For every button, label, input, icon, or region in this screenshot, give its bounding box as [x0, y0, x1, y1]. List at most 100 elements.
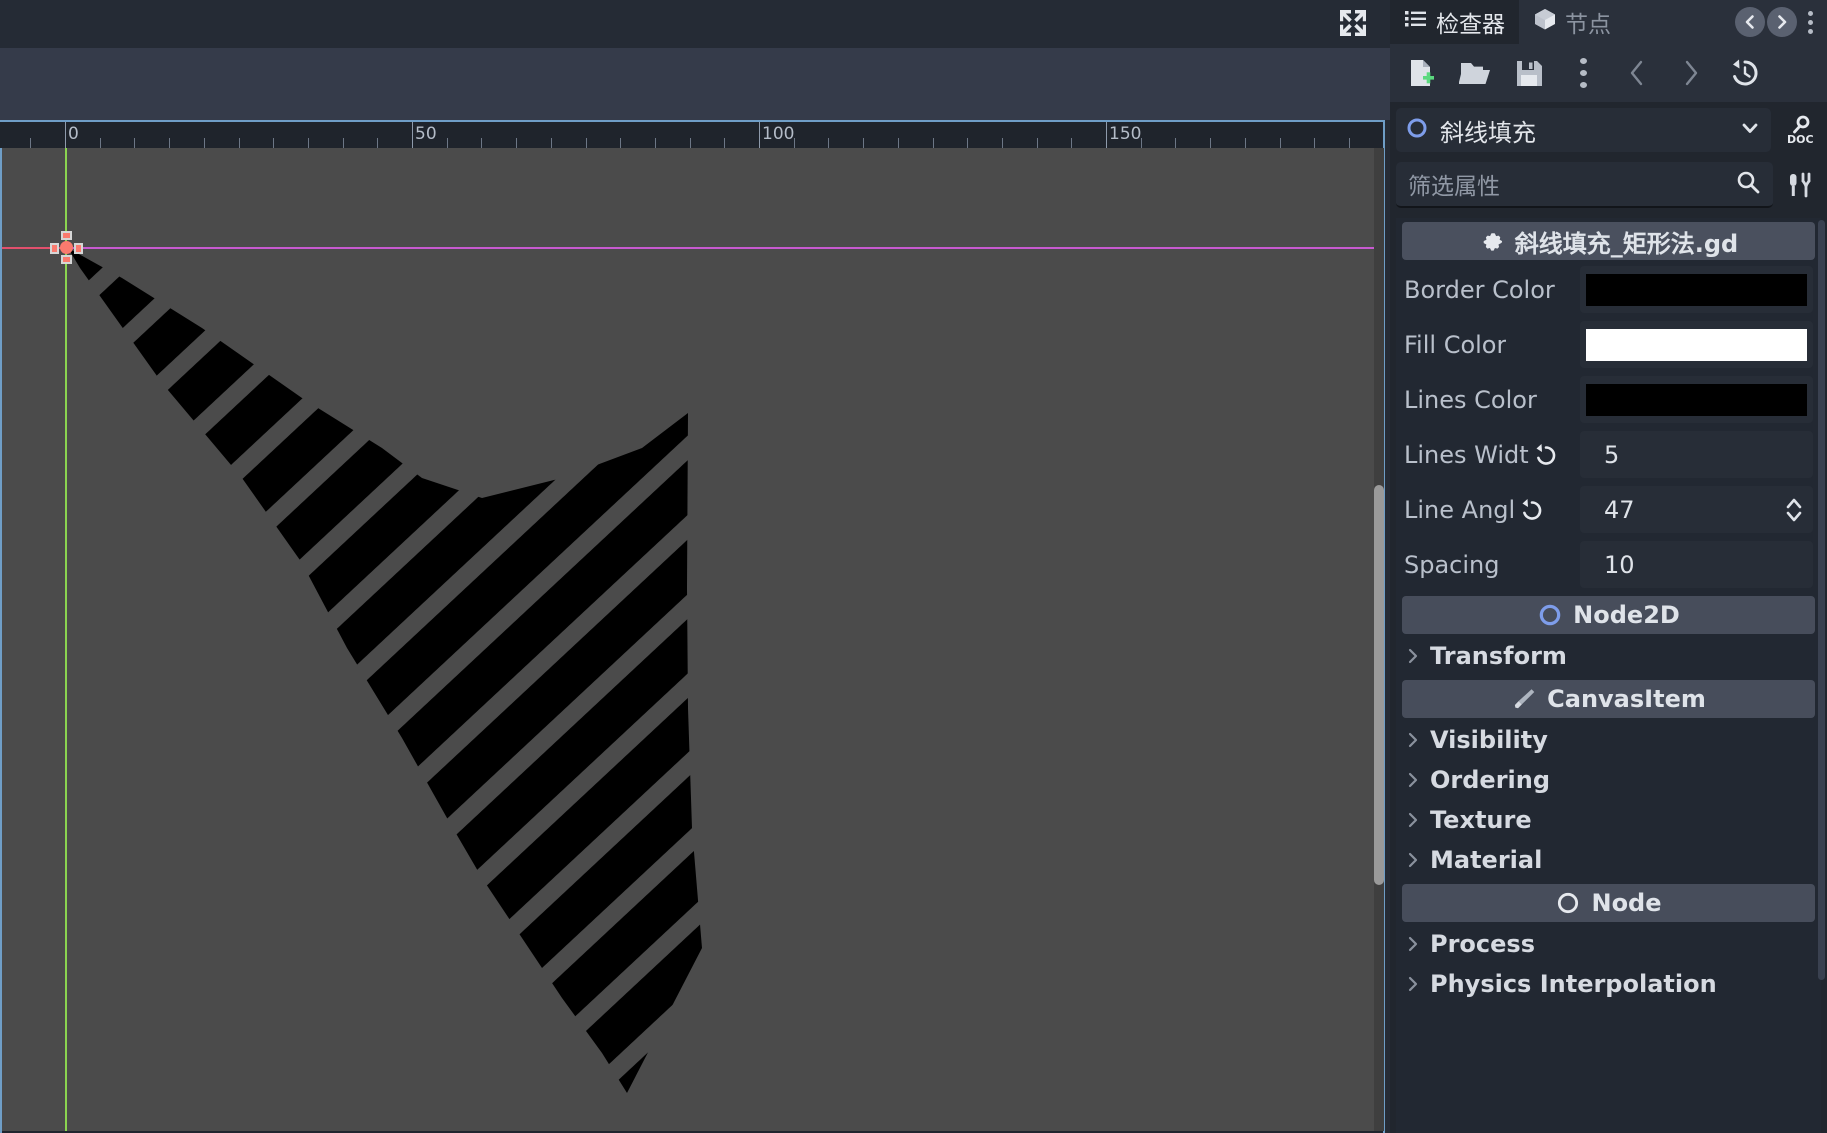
- ruler-label: 0: [68, 124, 79, 144]
- list-icon: [1404, 7, 1428, 37]
- number-value: 47: [1604, 495, 1635, 524]
- ruler-tick-minor: [551, 138, 552, 148]
- inspector-toolbar: [1390, 44, 1827, 102]
- color-swatch[interactable]: [1586, 273, 1807, 306]
- inspector-dock: 检查器 节点 斜线填充 DOC 筛选属性 斜线填充_矩形法.gd Border …: [1390, 0, 1827, 1133]
- section-header-canvasitem[interactable]: CanvasItem: [1402, 680, 1815, 718]
- property-label: Border Color: [1404, 276, 1580, 304]
- property-row: Lines Widt 5: [1396, 427, 1821, 482]
- kebab-menu-icon[interactable]: [1799, 7, 1821, 37]
- floppy-disk-icon[interactable]: [1502, 50, 1556, 96]
- ruler-tick-minor: [1071, 138, 1072, 148]
- ruler-tick-minor: [586, 138, 587, 148]
- ruler-tick-minor: [447, 138, 448, 148]
- ruler-tick-minor: [377, 138, 378, 148]
- chevron-right-icon: [1406, 731, 1420, 749]
- chevron-left-circle-icon[interactable]: [1735, 7, 1765, 37]
- ruler-tick-minor: [1245, 138, 1246, 148]
- category-label: Physics Interpolation: [1430, 970, 1717, 998]
- category-label: Visibility: [1430, 726, 1548, 754]
- viewport-secondary-toolbar: [0, 48, 1390, 120]
- color-picker-field[interactable]: [1580, 266, 1813, 313]
- sliders-icon[interactable]: [1779, 163, 1821, 207]
- canvas-drawing-area[interactable]: [2, 148, 1381, 1131]
- category-label: Ordering: [1430, 766, 1551, 794]
- property-label: Lines Widt: [1404, 441, 1580, 469]
- search-icon: [1735, 169, 1761, 199]
- category-label: Transform: [1430, 642, 1567, 670]
- property-row: Border Color: [1396, 262, 1821, 317]
- number-value: 10: [1604, 550, 1635, 579]
- ruler-tick-minor: [794, 138, 795, 148]
- spinner-updown-icon[interactable]: [1781, 495, 1807, 525]
- category-row-process[interactable]: Process: [1396, 924, 1821, 964]
- property-row: Spacing 10: [1396, 537, 1821, 592]
- number-field[interactable]: 10: [1580, 541, 1813, 588]
- clock-revert-icon[interactable]: [1718, 50, 1772, 96]
- category-row-ordering[interactable]: Ordering: [1396, 760, 1821, 800]
- ruler-tick-minor: [655, 138, 656, 148]
- viewport-scrollbar-thumb[interactable]: [1374, 485, 1384, 885]
- godot-editor-window: 0 50 100 150 检查器 节点 斜线填充 DOC 筛选属性 斜线填充_矩…: [0, 0, 1827, 1133]
- tab-inspector[interactable]: 检查器: [1390, 0, 1519, 44]
- ruler-tick-minor: [1314, 138, 1315, 148]
- filter-placeholder: 筛选属性: [1408, 174, 1500, 200]
- section-header-label: CanvasItem: [1547, 685, 1706, 713]
- kebab-menu-icon[interactable]: [1556, 50, 1610, 96]
- section-header-label: Node2D: [1573, 601, 1680, 629]
- property-label-text: Spacing: [1404, 550, 1500, 579]
- chevron-right-circle-icon[interactable]: [1767, 7, 1797, 37]
- node-select-label: 斜线填充: [1440, 118, 1536, 147]
- ruler-tick-minor: [1280, 138, 1281, 148]
- ruler-tick-minor: [1002, 138, 1003, 148]
- expand-arrows-icon[interactable]: [1332, 4, 1374, 42]
- inspector-scrollbar-thumb[interactable]: [1818, 220, 1825, 980]
- tab-node[interactable]: 节点: [1519, 0, 1625, 44]
- property-label-text: Border Color: [1404, 275, 1555, 304]
- filter-properties-input[interactable]: 筛选属性: [1396, 162, 1773, 208]
- ruler-tick-minor: [100, 138, 101, 148]
- dock-tab-bar: 检查器 节点: [1390, 0, 1827, 44]
- number-field[interactable]: 47: [1580, 486, 1813, 533]
- property-label-text: Lines Widt: [1404, 440, 1529, 469]
- section-header-node2d[interactable]: Node2D: [1402, 596, 1815, 634]
- section-header-node[interactable]: Node: [1402, 884, 1815, 922]
- ruler-tick-minor: [273, 138, 274, 148]
- category-row-visibility[interactable]: Visibility: [1396, 720, 1821, 760]
- category-row-transform[interactable]: Transform: [1396, 636, 1821, 676]
- 2d-viewport-panel: 0 50 100 150: [0, 0, 1390, 1133]
- section-header-label: 斜线填充_矩形法.gd: [1514, 229, 1739, 258]
- ruler-tick-minor: [1175, 138, 1176, 148]
- number-field[interactable]: 5: [1580, 431, 1813, 478]
- ruler-label: 50: [415, 124, 437, 144]
- revert-icon[interactable]: [1533, 442, 1559, 468]
- color-picker-field[interactable]: [1580, 376, 1813, 423]
- horizontal-ruler[interactable]: 0 50 100 150: [0, 122, 1381, 148]
- ruler-tick-minor: [690, 138, 691, 148]
- color-swatch[interactable]: [1586, 383, 1807, 416]
- ruler-tick-minor: [239, 138, 240, 148]
- chevron-left-icon[interactable]: [1610, 50, 1664, 96]
- color-picker-field[interactable]: [1580, 321, 1813, 368]
- color-swatch[interactable]: [1586, 328, 1807, 361]
- origin-crosshair[interactable]: [50, 231, 83, 264]
- revert-icon[interactable]: [1519, 497, 1545, 523]
- ruler-tick-minor: [30, 138, 31, 148]
- file-plus-icon[interactable]: [1394, 50, 1448, 96]
- category-label: Process: [1430, 930, 1535, 958]
- node-select-dropdown[interactable]: 斜线填充: [1396, 108, 1771, 152]
- chevron-right-icon: [1406, 851, 1420, 869]
- chevron-right-icon: [1406, 811, 1420, 829]
- number-value: 5: [1604, 440, 1620, 469]
- category-row-texture[interactable]: Texture: [1396, 800, 1821, 840]
- doc-search-icon[interactable]: DOC: [1777, 108, 1821, 152]
- folder-icon[interactable]: [1448, 50, 1502, 96]
- ruler-tick-minor: [481, 138, 482, 148]
- section-header--gd[interactable]: 斜线填充_矩形法.gd: [1402, 222, 1815, 260]
- ruler-label: 100: [762, 124, 795, 144]
- category-row-physics-interpolation[interactable]: Physics Interpolation: [1396, 964, 1821, 1004]
- ruler-tick-minor: [134, 138, 135, 148]
- category-row-material[interactable]: Material: [1396, 840, 1821, 880]
- chevron-right-icon[interactable]: [1664, 50, 1718, 96]
- ruler-tick-minor: [308, 138, 309, 148]
